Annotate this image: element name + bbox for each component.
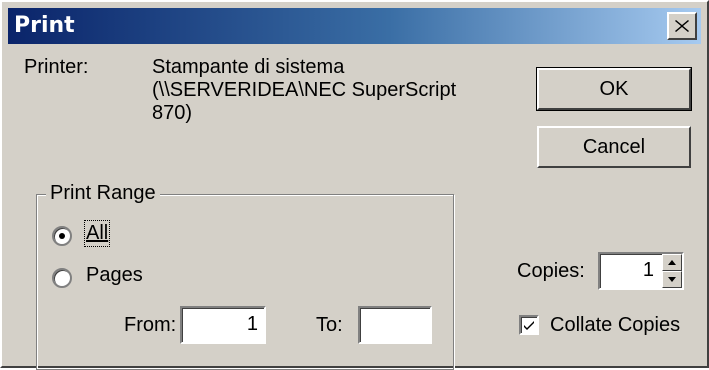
printer-name-line: 870) [152, 102, 193, 124]
print-range-legend: Print Range [46, 182, 160, 205]
collate-label[interactable]: Collate Copies [550, 314, 680, 337]
cancel-button-label: Cancel [582, 135, 646, 158]
printer-name-line: Stampante di sistema [152, 56, 345, 78]
printer-label: Printer: [24, 56, 89, 78]
ok-button-label: OK [599, 77, 629, 100]
arrow-up-icon [668, 260, 676, 265]
ok-button[interactable]: OK [536, 67, 692, 111]
pages-radio[interactable] [52, 268, 72, 288]
pages-radio-label[interactable]: Pages [86, 264, 143, 287]
copies-spinner [662, 254, 682, 288]
spin-up-button[interactable] [662, 254, 682, 271]
from-label: From: [124, 314, 177, 336]
checkmark-icon [524, 321, 534, 330]
copies-label: Copies: [517, 260, 585, 282]
to-label: To: [316, 314, 343, 336]
collate-checkbox[interactable] [519, 315, 539, 335]
cancel-button[interactable]: Cancel [537, 126, 691, 168]
from-field[interactable]: 1 [180, 306, 266, 344]
print-dialog: Print Printer: Stampante di sistema (\\S… [0, 0, 709, 370]
arrow-down-icon [668, 277, 676, 282]
to-field[interactable] [358, 306, 432, 344]
all-radio-label-text: All [86, 222, 109, 244]
close-button[interactable] [667, 12, 697, 40]
close-icon [675, 20, 689, 32]
radio-selected-dot [59, 233, 65, 239]
printer-name-line: (\\SERVERIDEA\NEC SuperScript [152, 79, 457, 101]
title-bar[interactable]: Print [8, 8, 701, 44]
printer-name: Stampante di sistema (\\SERVERIDEA\NEC S… [152, 56, 456, 125]
dialog-title: Print [14, 13, 75, 38]
all-radio-label[interactable]: All [83, 220, 111, 247]
all-radio[interactable] [52, 226, 72, 246]
spin-down-button[interactable] [662, 271, 682, 288]
